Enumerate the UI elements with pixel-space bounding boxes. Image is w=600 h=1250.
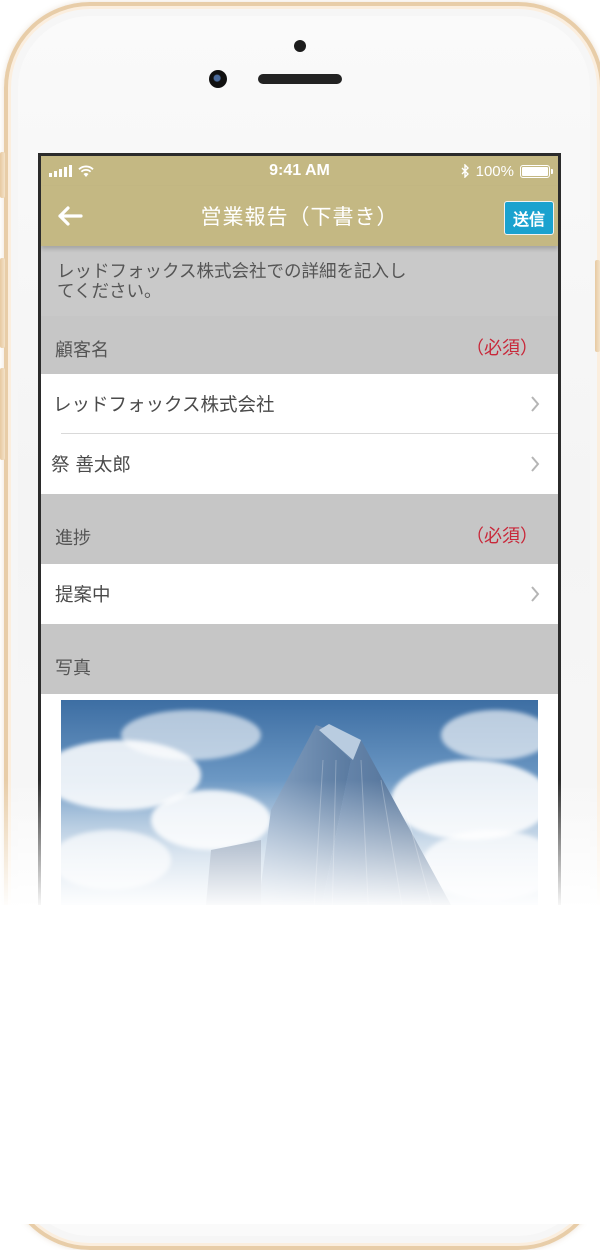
section-label-photo: 写真 [55, 658, 91, 679]
intro-line-2: てください。 [57, 282, 162, 302]
front-camera-icon [209, 70, 227, 88]
chevron-right-icon [531, 586, 540, 602]
intro-text: レッドフォックス株式会社での詳細を記入し てください。 [41, 246, 558, 316]
volume-up-button [0, 258, 5, 348]
page-title: 営業報告（下書き） [200, 205, 399, 229]
progress-value: 提案中 [55, 585, 111, 606]
navigation-bar: 営業報告（下書き） 送信 [41, 186, 558, 246]
blank-area [0, 905, 600, 1224]
bottom-fade [0, 780, 600, 910]
required-badge-progress: （必須） [466, 526, 538, 547]
bluetooth-icon [461, 164, 469, 178]
send-button[interactable]: 送信 [503, 201, 554, 235]
battery-icon [520, 164, 553, 178]
chevron-right-icon [531, 456, 540, 472]
section-header-customer: 顧客名 （必須） [41, 316, 558, 374]
section-label-customer: 顧客名 [55, 340, 109, 361]
battery-percent: 100% [475, 162, 514, 180]
chevron-right-icon [531, 396, 540, 412]
section-label-progress: 進捗 [55, 528, 91, 549]
mute-switch [0, 152, 5, 198]
power-button [595, 260, 600, 352]
customer-person-row[interactable]: 祭 善太郎 [41, 434, 558, 494]
section-header-progress: 進捗 （必須） [41, 494, 558, 564]
progress-row[interactable]: 提案中 [41, 564, 558, 624]
intro-line-1: レッドフォックス株式会社での詳細を記入し [57, 262, 407, 282]
customer-company-row[interactable]: レッドフォックス株式会社 [41, 374, 558, 434]
volume-down-button [0, 368, 5, 460]
status-bar: 9:41 AM 100% [41, 156, 558, 186]
customer-company: レッドフォックス株式会社 [53, 395, 275, 416]
customer-person: 祭 善太郎 [51, 455, 131, 476]
section-header-photo: 写真 [41, 624, 558, 694]
required-badge-customer: （必須） [466, 338, 538, 359]
proximity-sensor [294, 40, 306, 52]
earpiece-speaker [258, 74, 342, 84]
